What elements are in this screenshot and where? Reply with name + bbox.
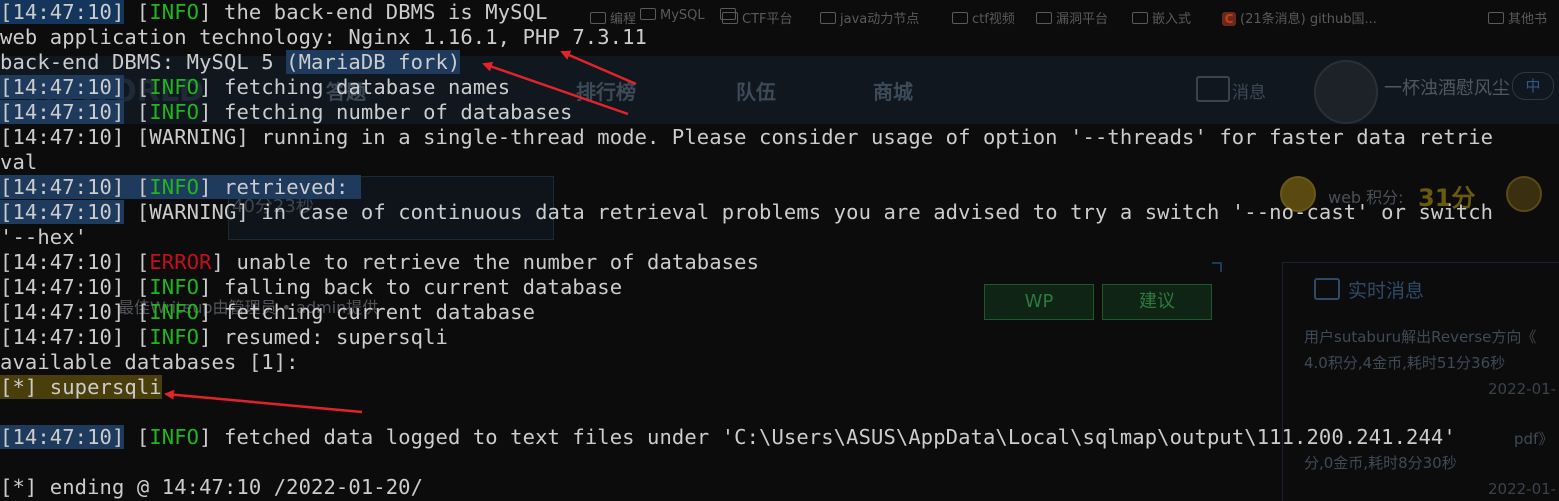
arrow-supersqli (164, 389, 363, 414)
annotation-arrows (164, 50, 637, 414)
arrow-php (560, 50, 637, 86)
